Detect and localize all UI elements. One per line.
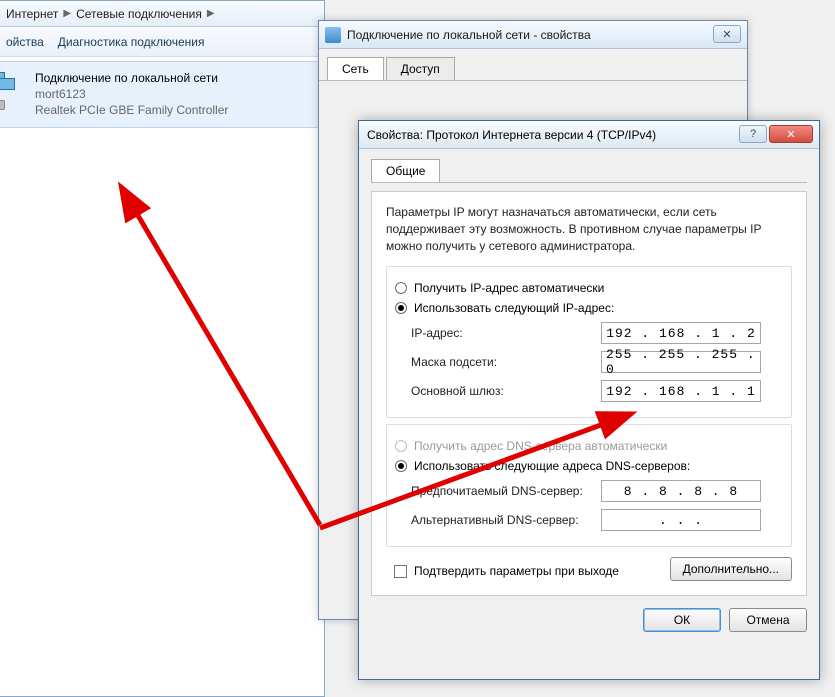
cancel-button[interactable]: Отмена: [729, 608, 807, 632]
dialog-buttons: ОК Отмена: [371, 608, 807, 632]
breadcrumb-item[interactable]: Сетевые подключения: [76, 7, 202, 21]
tab-sharing[interactable]: Доступ: [386, 57, 455, 80]
tab-row: Общие: [371, 159, 807, 183]
toolbar-item-diagnose[interactable]: Диагностика подключения: [58, 35, 205, 49]
description-text: Параметры IP могут назначаться автоматич…: [386, 204, 792, 254]
help-button[interactable]: [739, 125, 767, 143]
input-ip-address[interactable]: 192 . 168 . 1 . 2: [601, 322, 761, 344]
close-button[interactable]: [769, 125, 813, 143]
radio-label: Получить IP-адрес автоматически: [414, 281, 604, 295]
input-alternate-dns[interactable]: . . .: [601, 509, 761, 531]
radio-label: Получить адрес DNS-сервера автоматически: [414, 439, 667, 453]
input-preferred-dns[interactable]: 8 . 8 . 8 . 8: [601, 480, 761, 502]
dns-group: Получить адрес DNS-сервера автоматически…: [386, 424, 792, 547]
toolbar-item-properties[interactable]: ойства: [6, 35, 44, 49]
ipv4-panel: Параметры IP могут назначаться автоматич…: [371, 191, 807, 596]
close-button[interactable]: ✕: [713, 25, 741, 43]
toolbar: ойства Диагностика подключения: [0, 27, 324, 57]
label-subnet-mask: Маска подсети:: [411, 355, 601, 369]
tab-row: Сеть Доступ: [319, 49, 747, 81]
titlebar[interactable]: Свойства: Протокол Интернета версии 4 (T…: [359, 121, 819, 149]
tab-network[interactable]: Сеть: [327, 57, 384, 80]
breadcrumb-item[interactable]: Интернет: [6, 7, 58, 21]
input-subnet-mask[interactable]: 255 . 255 . 255 . 0: [601, 351, 761, 373]
titlebar[interactable]: Подключение по локальной сети - свойства…: [319, 21, 747, 49]
window-title: Подключение по локальной сети - свойства: [347, 28, 591, 42]
network-connections-window: Интернет ▶ Сетевые подключения ▶ ойства …: [0, 0, 325, 697]
input-default-gateway[interactable]: 192 . 168 . 1 . 1: [601, 380, 761, 402]
ok-button[interactable]: ОК: [643, 608, 721, 632]
network-adapter-icon: [0, 70, 27, 110]
radio-label: Использовать следующие адреса DNS-сервер…: [414, 459, 690, 473]
radio-label: Использовать следующий IP-адрес:: [414, 301, 614, 315]
ipv4-properties-window: Свойства: Протокол Интернета версии 4 (T…: [358, 120, 820, 680]
checkbox-label: Подтвердить параметры при выходе: [414, 564, 619, 578]
advanced-button[interactable]: Дополнительно...: [670, 557, 792, 581]
label-preferred-dns: Предпочитаемый DNS-сервер:: [411, 484, 601, 498]
window-title: Свойства: Протокол Интернета версии 4 (T…: [367, 128, 656, 142]
breadcrumb[interactable]: Интернет ▶ Сетевые подключения ▶: [0, 1, 324, 27]
ip-group: Получить IP-адрес автоматически Использо…: [386, 266, 792, 418]
connection-text: Подключение по локальной сети mort6123 R…: [35, 70, 228, 119]
tab-general[interactable]: Общие: [371, 159, 440, 182]
radio-icon[interactable]: [395, 460, 407, 472]
radio-icon[interactable]: [395, 282, 407, 294]
radio-manual-dns[interactable]: Использовать следующие адреса DNS-сервер…: [395, 459, 791, 473]
radio-manual-ip[interactable]: Использовать следующий IP-адрес:: [395, 301, 791, 315]
label-alternate-dns: Альтернативный DNS-сервер:: [411, 513, 601, 527]
connection-item[interactable]: Подключение по локальной сети mort6123 R…: [0, 61, 320, 128]
chevron-right-icon: ▶: [207, 8, 215, 19]
connection-adapter: Realtek PCIe GBE Family Controller: [35, 102, 228, 118]
checkbox-validate[interactable]: [394, 565, 407, 578]
connection-user: mort6123: [35, 86, 228, 102]
radio-auto-dns: Получить адрес DNS-сервера автоматически: [395, 439, 791, 453]
label-gateway: Основной шлюз:: [411, 384, 601, 398]
radio-icon: [395, 440, 407, 452]
chevron-right-icon: ▶: [63, 8, 71, 19]
window-icon: [325, 27, 341, 43]
radio-icon[interactable]: [395, 302, 407, 314]
radio-auto-ip[interactable]: Получить IP-адрес автоматически: [395, 281, 791, 295]
connection-title: Подключение по локальной сети: [35, 70, 228, 86]
label-ip: IP-адрес:: [411, 326, 601, 340]
